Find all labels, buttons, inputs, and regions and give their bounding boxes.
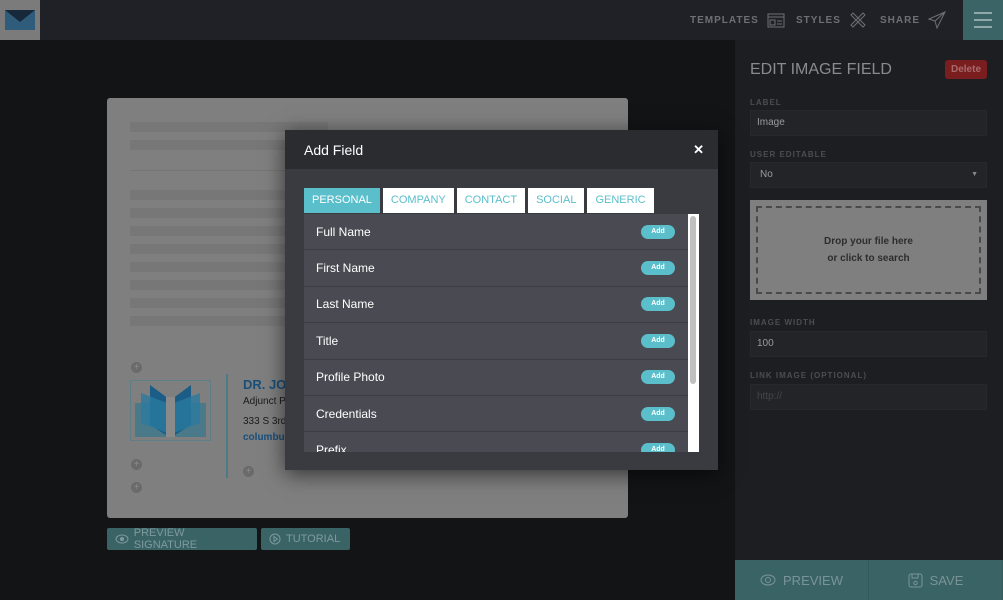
hamburger-menu-button[interactable] xyxy=(963,0,1003,40)
dropdown-arrow-icon: ▼ xyxy=(971,171,978,178)
field-name: Profile Photo xyxy=(316,370,385,385)
list-item: Title Add xyxy=(304,323,688,360)
nav-styles[interactable]: STYLES xyxy=(796,0,867,40)
select-value: No xyxy=(760,169,773,180)
link-image-label: LINK IMAGE (OPTIONAL) xyxy=(750,371,867,380)
field-name: Full Name xyxy=(316,224,371,239)
button-label: TUTORIAL xyxy=(286,533,341,545)
add-button[interactable]: Add xyxy=(641,261,675,276)
signature-link[interactable]: columbu xyxy=(243,432,285,443)
field-name: First Name xyxy=(316,261,375,276)
add-button[interactable]: Add xyxy=(641,333,675,348)
field-name: Credentials xyxy=(316,406,377,421)
close-icon[interactable]: ✕ xyxy=(693,142,704,158)
styles-icon xyxy=(850,12,866,28)
scrollbar[interactable] xyxy=(688,214,699,452)
tab-social[interactable]: SOCIAL xyxy=(528,188,585,213)
eye-icon xyxy=(115,534,129,544)
nav-label: SHARE xyxy=(880,14,921,26)
edit-field-panel: EDIT IMAGE FIELD Delete LABEL Image USER… xyxy=(735,40,1003,600)
tutorial-button[interactable]: TUTORIAL xyxy=(261,528,350,550)
dropzone-text: Drop your file here xyxy=(824,236,913,247)
user-editable-select[interactable]: No ▼ xyxy=(750,162,987,188)
play-icon xyxy=(269,533,281,545)
tab-generic[interactable]: GENERIC xyxy=(587,188,654,213)
link-image-input[interactable]: http:// xyxy=(750,384,987,410)
templates-icon xyxy=(767,13,785,27)
dropzone-text: or click to search xyxy=(827,253,910,264)
paper-plane-icon xyxy=(928,11,947,29)
field-name: Prefix xyxy=(316,443,347,452)
scrollbar-thumb[interactable] xyxy=(690,216,696,384)
add-button[interactable]: Add xyxy=(641,443,675,452)
preview-button[interactable]: PREVIEW xyxy=(735,560,869,600)
list-item: First Name Add xyxy=(304,250,688,287)
modal-title: Add Field xyxy=(304,141,364,158)
add-field-modal: Add Field ✕ PERSONAL COMPANY CONTACT SOCI… xyxy=(285,130,718,470)
button-label: PREVIEW SIGNATURE xyxy=(133,527,198,551)
signature-title: Adjunct P xyxy=(243,396,286,407)
nav-label: STYLES xyxy=(796,14,841,26)
field-name: Title xyxy=(316,333,339,348)
nav-templates[interactable]: TEMPLATES xyxy=(690,0,785,40)
add-row-icon[interactable]: + xyxy=(131,362,142,373)
signature-name: DR. JO xyxy=(243,377,287,392)
add-button[interactable]: Add xyxy=(641,370,675,385)
preview-signature-button[interactable]: PREVIEW SIGNATURE xyxy=(107,527,257,551)
button-label: SAVE xyxy=(929,572,964,588)
list-item: Credentials Add xyxy=(304,395,688,433)
signature-address: 333 S 3rd xyxy=(243,416,287,427)
image-width-input[interactable]: 100 xyxy=(750,331,987,357)
list-item: Last Name Add xyxy=(304,286,688,324)
add-field-icon[interactable]: + xyxy=(243,466,254,477)
top-bar: TEMPLATES STYLES SHARE xyxy=(0,0,1003,40)
lighthouse-book-logo xyxy=(135,385,206,437)
add-row-icon[interactable]: + xyxy=(131,459,142,470)
logo[interactable] xyxy=(0,0,40,40)
add-button[interactable]: Add xyxy=(641,297,675,312)
button-label: PREVIEW xyxy=(783,572,843,588)
label-field-label: LABEL xyxy=(750,98,782,107)
label-input[interactable]: Image xyxy=(750,110,987,136)
list-item: Prefix Add xyxy=(304,432,688,452)
add-row-icon[interactable]: + xyxy=(131,482,142,493)
panel-title: EDIT IMAGE FIELD xyxy=(750,61,892,78)
tab-contact[interactable]: CONTACT xyxy=(456,188,526,213)
signature-image[interactable] xyxy=(130,380,211,441)
field-list: Full Name Add First Name Add Last Name Add … xyxy=(304,214,699,452)
eye-icon xyxy=(760,574,776,586)
file-dropzone[interactable]: Drop your file here or click to search xyxy=(750,200,987,300)
nav-label: TEMPLATES xyxy=(690,14,759,26)
field-name: Last Name xyxy=(316,297,375,312)
nav-share[interactable]: SHARE xyxy=(880,0,947,40)
save-button[interactable]: SAVE xyxy=(869,560,1003,600)
image-width-label: IMAGE WIDTH xyxy=(750,318,816,327)
user-editable-label: USER EDITABLE xyxy=(750,150,827,159)
add-button[interactable]: Add xyxy=(641,406,675,421)
delete-button[interactable]: Delete xyxy=(945,60,987,79)
tab-company[interactable]: COMPANY xyxy=(382,188,454,213)
list-item: Full Name Add xyxy=(304,214,688,251)
add-button[interactable]: Add xyxy=(641,224,675,239)
list-item: Profile Photo Add xyxy=(304,359,688,396)
tab-personal[interactable]: PERSONAL xyxy=(304,188,380,213)
envelope-icon xyxy=(5,10,35,30)
floppy-disk-icon xyxy=(908,573,923,587)
